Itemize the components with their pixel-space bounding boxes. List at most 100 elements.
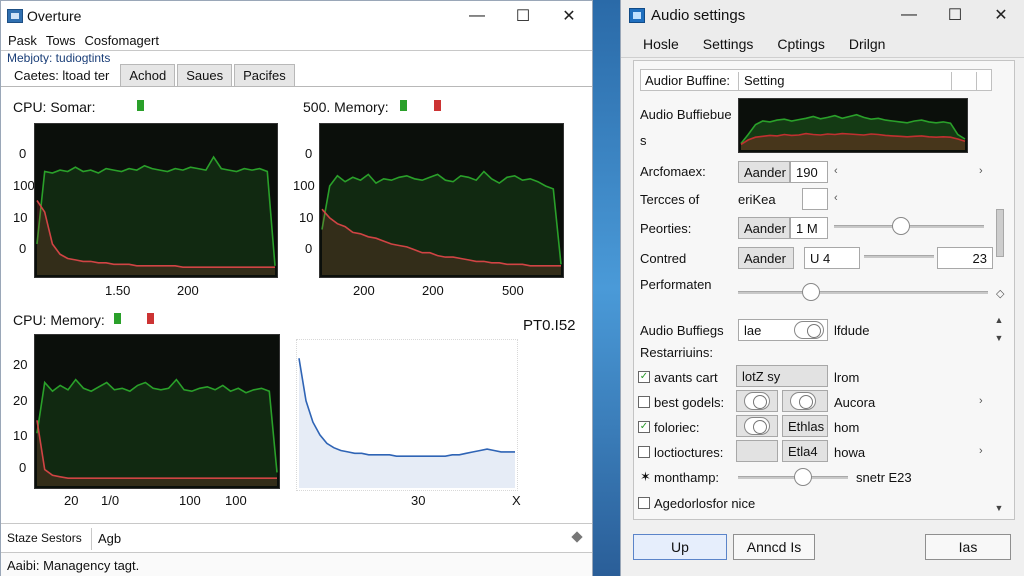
slider-thumb[interactable] bbox=[802, 283, 820, 301]
checkbox-icon[interactable] bbox=[638, 446, 650, 458]
chart-svg bbox=[36, 155, 276, 275]
menu-item-cptings[interactable]: Cptings bbox=[777, 36, 824, 52]
row-right-label: lrom bbox=[834, 370, 860, 385]
maximize-button[interactable]: ☐ bbox=[932, 0, 978, 30]
menu-item-settings[interactable]: Settings bbox=[703, 36, 754, 52]
toggle-switch[interactable] bbox=[794, 321, 824, 339]
row-label: foloriec: bbox=[654, 420, 700, 435]
aander-button[interactable]: Aander bbox=[738, 217, 790, 239]
window-title: Overture bbox=[27, 8, 82, 24]
value-button[interactable]: lotZ sy bbox=[736, 365, 828, 387]
expand-icon[interactable] bbox=[571, 531, 583, 543]
series-area-0 bbox=[299, 358, 515, 488]
header-col2: Setting bbox=[744, 73, 785, 88]
scroll-down-icon[interactable]: ▼ bbox=[991, 503, 1007, 517]
preview-label: Audio Buffiebue bbox=[640, 107, 732, 122]
x-tick: 30 bbox=[411, 493, 426, 508]
scroll-down-icon[interactable]: ▼ bbox=[991, 333, 1007, 347]
row-label: avants cart bbox=[654, 370, 718, 385]
status-tab-sectors[interactable]: Staze Sestors bbox=[7, 531, 82, 545]
minimize-button[interactable]: — bbox=[886, 0, 932, 30]
scroll-up-icon[interactable]: ▲ bbox=[991, 315, 1007, 329]
check-icon[interactable]: ✓ bbox=[638, 421, 650, 433]
menu-item-hosle[interactable]: Hosle bbox=[643, 36, 679, 52]
spinner-icon[interactable]: ◇ bbox=[996, 287, 1004, 300]
menu-item-drilgn[interactable]: Drilgn bbox=[849, 36, 886, 52]
menu-item-tows[interactable]: Tows bbox=[43, 33, 82, 48]
memory-chart-plot bbox=[319, 123, 564, 278]
row-label: Peorties: bbox=[640, 221, 692, 236]
x-tick: 1.50 bbox=[105, 283, 131, 298]
cancel-button[interactable]: Ias bbox=[925, 534, 1011, 560]
row-right-label: snetr E23 bbox=[856, 470, 912, 485]
tab-pacifes[interactable]: Pacifes bbox=[234, 64, 295, 86]
settings-panel: Audior Buffine: Setting Audio Buffiebue … bbox=[633, 60, 1015, 520]
y-tick: 20 bbox=[13, 357, 28, 372]
row-value: eriKea bbox=[738, 192, 776, 207]
slider-thumb[interactable] bbox=[892, 217, 910, 235]
checkbox-icon[interactable] bbox=[638, 497, 650, 509]
checkbox-icon[interactable] bbox=[638, 396, 650, 408]
close-button[interactable]: ✕ bbox=[546, 1, 592, 31]
y-tick: 0 bbox=[19, 460, 27, 475]
app-icon bbox=[629, 7, 645, 23]
value-button[interactable]: Ethlas bbox=[782, 415, 828, 437]
aander-button[interactable]: Aander bbox=[738, 247, 794, 269]
maximize-button[interactable]: ☐ bbox=[500, 1, 546, 31]
toggle-switch[interactable] bbox=[744, 392, 770, 410]
row-right-label: Aucora bbox=[834, 395, 876, 410]
slider-track[interactable] bbox=[738, 291, 988, 294]
tab-saues[interactable]: Saues bbox=[177, 64, 233, 86]
aander-button[interactable]: Aander bbox=[738, 161, 790, 183]
close-button[interactable]: ✕ bbox=[978, 0, 1024, 30]
chevron-right-icon[interactable]: › bbox=[979, 445, 983, 457]
y-tick: 0 bbox=[305, 146, 313, 161]
value-button[interactable]: Etla4 bbox=[782, 440, 828, 462]
chart-title: CPU: Memory: bbox=[13, 312, 105, 328]
status-tab-agb[interactable]: Agb bbox=[98, 531, 121, 546]
value-field[interactable]: 1 M bbox=[790, 217, 828, 239]
menu-item-pask[interactable]: Pask bbox=[5, 33, 43, 48]
chart-svg bbox=[36, 378, 278, 486]
y-tick: 0 bbox=[305, 241, 313, 256]
apply-button[interactable]: Anncd Is bbox=[733, 534, 815, 560]
subheader: Mebjoty: tudiogtints bbox=[1, 51, 592, 65]
tab-caetes[interactable]: Caetes: ltoad ter bbox=[5, 64, 119, 86]
audio-buffer-preview bbox=[738, 98, 968, 153]
value-field[interactable]: 190 bbox=[790, 161, 828, 183]
chart-svg bbox=[321, 170, 562, 275]
slider-thumb[interactable] bbox=[794, 468, 812, 486]
ok-button[interactable]: Up bbox=[633, 534, 727, 560]
title-bar: Overture — ☐ ✕ bbox=[1, 1, 592, 31]
scrollbar-thumb[interactable] bbox=[996, 209, 1004, 257]
menu-bar: Pask Tows Cosfomagert bbox=[1, 31, 592, 51]
chart-title: PT0.I52 bbox=[523, 317, 576, 334]
x-tick: X bbox=[512, 493, 521, 508]
slider-track[interactable] bbox=[864, 255, 934, 258]
cpu-chart-plot bbox=[34, 123, 278, 278]
y-tick: 100 bbox=[293, 178, 315, 193]
toggle-switch[interactable] bbox=[790, 392, 816, 410]
toggle-switch[interactable] bbox=[744, 417, 770, 435]
color-swatch[interactable] bbox=[802, 188, 828, 210]
y-tick: 0 bbox=[19, 146, 27, 161]
tab-achod[interactable]: Achod bbox=[120, 64, 176, 86]
divider bbox=[91, 528, 92, 550]
check-icon[interactable]: ✓ bbox=[638, 371, 650, 383]
toggle-button[interactable] bbox=[736, 440, 778, 462]
chevron-right-icon[interactable]: › bbox=[979, 165, 983, 177]
window-title: Audio settings bbox=[651, 6, 746, 24]
value-field[interactable]: U 4 bbox=[804, 247, 860, 269]
menu-item-cosfomagert[interactable]: Cosfomagert bbox=[82, 33, 165, 48]
value-field-right[interactable]: 23 bbox=[937, 247, 993, 269]
row-label: Contred bbox=[640, 251, 687, 266]
row-label: Tercces of bbox=[640, 192, 700, 207]
app-icon bbox=[7, 9, 23, 23]
row-label: Performaten bbox=[640, 277, 712, 292]
chevron-right-icon[interactable]: › bbox=[979, 395, 983, 407]
row-label: loctioctures: bbox=[654, 445, 724, 460]
minimize-button[interactable]: — bbox=[454, 1, 500, 31]
row-label: monthamp: bbox=[654, 470, 720, 485]
slider-track[interactable] bbox=[738, 476, 848, 479]
row-right-label: hom bbox=[834, 420, 860, 435]
